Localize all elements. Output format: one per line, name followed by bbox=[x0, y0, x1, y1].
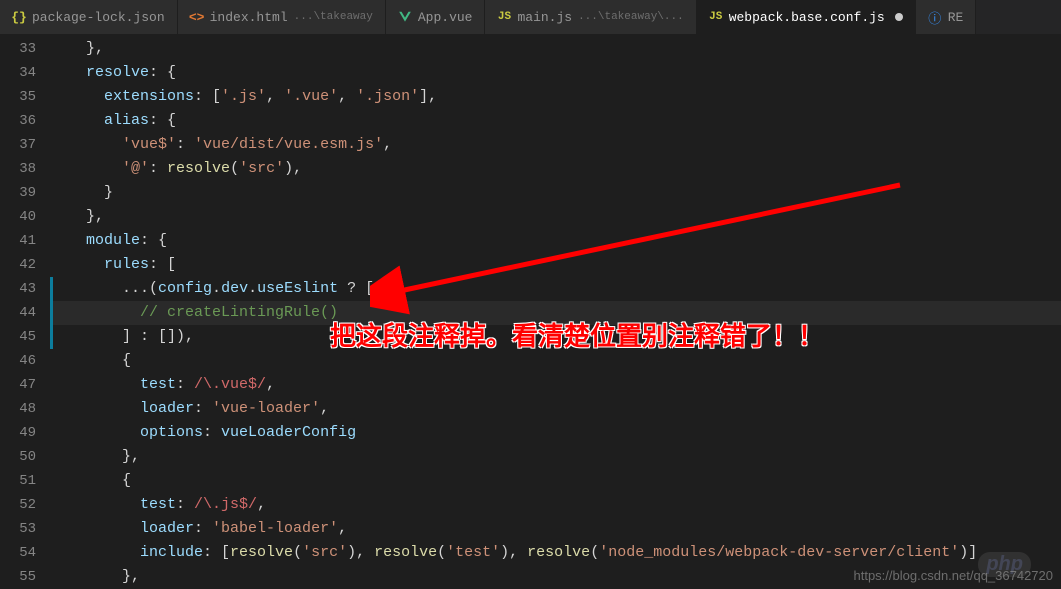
line-number: 39 bbox=[0, 181, 36, 205]
code-line[interactable]: test: /\.vue$/, bbox=[50, 373, 1061, 397]
tab-app-vue[interactable]: App.vue bbox=[386, 0, 486, 34]
line-number: 48 bbox=[0, 397, 36, 421]
code-line[interactable]: resolve: { bbox=[50, 61, 1061, 85]
code-line[interactable]: }, bbox=[50, 37, 1061, 61]
code-line[interactable]: }, bbox=[50, 445, 1061, 469]
code-line[interactable]: // createLintingRule() bbox=[50, 301, 1061, 325]
code-line[interactable]: '@': resolve('src'), bbox=[50, 157, 1061, 181]
tab-label: index.html bbox=[210, 10, 288, 25]
braces-icon: {} bbox=[12, 10, 26, 24]
line-number: 34 bbox=[0, 61, 36, 85]
code-line[interactable]: }, bbox=[50, 205, 1061, 229]
code-line[interactable]: loader: 'babel-loader', bbox=[50, 517, 1061, 541]
tab-re[interactable]: ⓘ RE bbox=[916, 0, 977, 34]
line-number: 45 bbox=[0, 325, 36, 349]
code-line[interactable]: ] : []), bbox=[50, 325, 1061, 349]
line-number: 51 bbox=[0, 469, 36, 493]
code-editor[interactable]: 3334353637383940414243444546474849505152… bbox=[0, 35, 1061, 587]
code-line[interactable]: ...(config.dev.useEslint ? [ bbox=[50, 277, 1061, 301]
code-line[interactable]: test: /\.js$/, bbox=[50, 493, 1061, 517]
code-icon: <> bbox=[190, 10, 204, 24]
editor-tabs: {} package-lock.json <> index.html ...\takea… bbox=[0, 0, 1061, 35]
tab-index-html[interactable]: <> index.html ...\takeaway bbox=[178, 0, 386, 34]
line-number: 44 bbox=[0, 301, 36, 325]
tab-package-lock-json[interactable]: {} package-lock.json bbox=[0, 0, 178, 34]
tab-webpack-base-conf-js[interactable]: JS webpack.base.conf.js bbox=[697, 0, 916, 34]
line-number-gutter: 3334353637383940414243444546474849505152… bbox=[0, 35, 50, 587]
line-number: 40 bbox=[0, 205, 36, 229]
tab-sublabel: ...\takeaway\... bbox=[578, 11, 684, 23]
js-icon: JS bbox=[709, 10, 723, 24]
line-number: 53 bbox=[0, 517, 36, 541]
code-line[interactable]: rules: [ bbox=[50, 253, 1061, 277]
line-number: 36 bbox=[0, 109, 36, 133]
code-line[interactable]: options: vueLoaderConfig bbox=[50, 421, 1061, 445]
line-number: 47 bbox=[0, 373, 36, 397]
line-number: 38 bbox=[0, 157, 36, 181]
code-line[interactable]: { bbox=[50, 349, 1061, 373]
line-number: 41 bbox=[0, 229, 36, 253]
line-number: 35 bbox=[0, 85, 36, 109]
code-line[interactable]: include: [resolve('src'), resolve('test'… bbox=[50, 541, 1061, 565]
vue-icon bbox=[398, 10, 412, 24]
csdn-watermark: https://blog.csdn.net/qq_36742720 bbox=[854, 568, 1054, 583]
tab-label: package-lock.json bbox=[32, 10, 165, 25]
tab-label: RE bbox=[948, 10, 964, 25]
line-number: 37 bbox=[0, 133, 36, 157]
modified-indicator bbox=[50, 301, 53, 325]
code-line[interactable]: { bbox=[50, 469, 1061, 493]
line-number: 46 bbox=[0, 349, 36, 373]
line-number: 49 bbox=[0, 421, 36, 445]
modified-indicator bbox=[50, 277, 53, 301]
code-line[interactable]: extensions: ['.js', '.vue', '.json'], bbox=[50, 85, 1061, 109]
code-line[interactable]: } bbox=[50, 181, 1061, 205]
code-area[interactable]: }, resolve: { extensions: ['.js', '.vue'… bbox=[50, 35, 1061, 587]
tab-label: main.js bbox=[517, 10, 572, 25]
js-icon: JS bbox=[497, 10, 511, 24]
line-number: 33 bbox=[0, 37, 36, 61]
code-line[interactable]: loader: 'vue-loader', bbox=[50, 397, 1061, 421]
line-number: 43 bbox=[0, 277, 36, 301]
line-number: 52 bbox=[0, 493, 36, 517]
line-number: 42 bbox=[0, 253, 36, 277]
tab-label: webpack.base.conf.js bbox=[729, 10, 885, 25]
tab-sublabel: ...\takeaway bbox=[294, 11, 373, 23]
code-line[interactable]: 'vue$': 'vue/dist/vue.esm.js', bbox=[50, 133, 1061, 157]
modified-indicator bbox=[50, 325, 53, 349]
tab-main-js[interactable]: JS main.js ...\takeaway\... bbox=[485, 0, 696, 34]
info-icon: ⓘ bbox=[928, 10, 942, 24]
line-number: 50 bbox=[0, 445, 36, 469]
line-number: 55 bbox=[0, 565, 36, 589]
tab-label: App.vue bbox=[418, 10, 473, 25]
code-line[interactable]: module: { bbox=[50, 229, 1061, 253]
dirty-indicator-icon bbox=[895, 13, 903, 21]
line-number: 54 bbox=[0, 541, 36, 565]
code-line[interactable]: alias: { bbox=[50, 109, 1061, 133]
